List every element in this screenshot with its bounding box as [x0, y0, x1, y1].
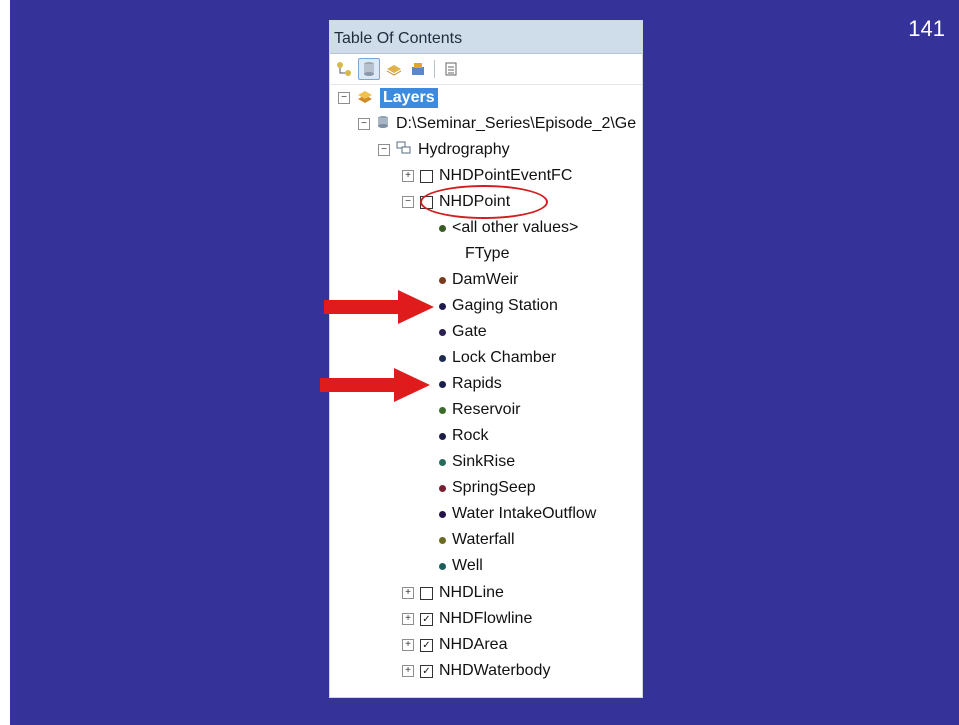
feature-dataset-icon	[396, 141, 412, 160]
collapse-toggle[interactable]: −	[402, 196, 414, 208]
legend-item: DamWeir	[439, 268, 518, 292]
highlight-ellipse	[420, 185, 548, 219]
legend-label: DamWeir	[452, 271, 519, 288]
legend-symbol	[439, 458, 446, 466]
legend-item-all-other: <all other values>	[439, 216, 578, 240]
visibility-checkbox[interactable]: ✓	[420, 638, 433, 652]
page-number: 141	[908, 16, 945, 41]
visibility-checkbox[interactable]	[420, 586, 433, 600]
legend-symbol	[439, 432, 446, 440]
legend-label: Rapids	[452, 375, 502, 392]
legend-item: Gate	[439, 320, 487, 344]
tree-item-hydrography[interactable]: − Hydrography	[378, 138, 510, 162]
legend-label: Waterfall	[452, 531, 515, 548]
tree-item-nhdflowline[interactable]: + ✓ NHDFlowline	[402, 607, 532, 631]
red-arrow-rapids	[320, 368, 430, 402]
list-by-visibility-icon[interactable]	[384, 59, 404, 79]
list-by-selection-icon[interactable]	[408, 59, 428, 79]
dataset-label: Hydrography	[418, 141, 510, 158]
toolbar-separator	[434, 60, 435, 78]
legend-item: Rock	[439, 424, 488, 448]
legend-field-label: FType	[465, 245, 510, 262]
legend-symbol	[439, 224, 446, 232]
layers-label: Layers	[380, 88, 438, 108]
layer-label: NHDWaterbody	[439, 662, 551, 679]
tree-item-source[interactable]: − D:\Seminar_Series\Episode_2\Ge	[358, 112, 636, 136]
database-icon	[376, 115, 390, 134]
legend-label: SpringSeep	[452, 479, 536, 496]
table-of-contents-panel: Table Of Contents − Layers − D:\Seminar_	[329, 20, 643, 698]
collapse-toggle[interactable]: −	[358, 118, 370, 130]
list-by-drawing-order-icon[interactable]	[334, 59, 354, 79]
visibility-checkbox[interactable]: ✓	[420, 664, 433, 678]
tree-item-nhdarea[interactable]: + ✓ NHDArea	[402, 633, 507, 657]
legend-item: Waterfall	[439, 528, 515, 552]
legend-label: Rock	[452, 427, 489, 444]
legend-item: Gaging Station	[439, 294, 558, 318]
expand-toggle[interactable]: +	[402, 613, 414, 625]
options-icon[interactable]	[441, 59, 461, 79]
legend-symbol	[439, 354, 446, 362]
collapse-toggle[interactable]: −	[378, 144, 390, 156]
legend-label: Well	[452, 557, 483, 574]
expand-toggle[interactable]: +	[402, 665, 414, 677]
tree-item-layers[interactable]: − Layers	[338, 86, 438, 110]
legend-symbol	[439, 536, 446, 544]
legend-label: Gate	[452, 323, 487, 340]
visibility-checkbox[interactable]	[420, 169, 433, 183]
legend-symbol	[439, 406, 446, 414]
tree-item-nhdline[interactable]: + NHDLine	[402, 581, 504, 605]
legend-field: FType	[465, 242, 509, 266]
layer-label: NHDArea	[439, 636, 508, 653]
layers-icon	[356, 89, 374, 108]
legend-symbol	[439, 484, 446, 492]
legend-label: <all other values>	[452, 219, 579, 236]
legend-label: Reservoir	[452, 401, 521, 418]
legend-symbol	[439, 380, 446, 388]
layer-label: NHDLine	[439, 584, 504, 601]
legend-symbol	[439, 276, 446, 284]
legend-label: SinkRise	[452, 453, 516, 470]
layer-label: NHDPointEventFC	[439, 167, 573, 184]
legend-symbol	[439, 562, 446, 570]
collapse-toggle[interactable]: −	[338, 92, 350, 104]
legend-item: Reservoir	[439, 398, 520, 422]
expand-toggle[interactable]: +	[402, 587, 414, 599]
source-path: D:\Seminar_Series\Episode_2\Ge	[396, 115, 637, 132]
expand-toggle[interactable]: +	[402, 639, 414, 651]
legend-item: Rapids	[439, 372, 502, 396]
legend-label: Water IntakeOutflow	[452, 505, 597, 522]
legend-symbol	[439, 510, 446, 518]
toc-toolbar	[330, 54, 642, 85]
legend-label: Gaging Station	[452, 297, 558, 314]
list-by-source-icon[interactable]	[358, 58, 380, 80]
legend-symbol	[439, 328, 446, 336]
legend-label: Lock Chamber	[452, 349, 557, 366]
legend-item: SpringSeep	[439, 476, 536, 500]
legend-symbol	[439, 302, 446, 310]
visibility-checkbox[interactable]: ✓	[420, 612, 433, 626]
legend-item: Lock Chamber	[439, 346, 556, 370]
layer-label: NHDFlowline	[439, 610, 533, 627]
legend-item: Water IntakeOutflow	[439, 502, 596, 526]
legend-item: SinkRise	[439, 450, 515, 474]
expand-toggle[interactable]: +	[402, 170, 414, 182]
red-arrow-gaging-station	[324, 290, 434, 324]
tree-item-nhdwaterbody[interactable]: + ✓ NHDWaterbody	[402, 659, 550, 683]
legend-item: Well	[439, 554, 483, 578]
toc-title: Table Of Contents	[330, 21, 642, 54]
